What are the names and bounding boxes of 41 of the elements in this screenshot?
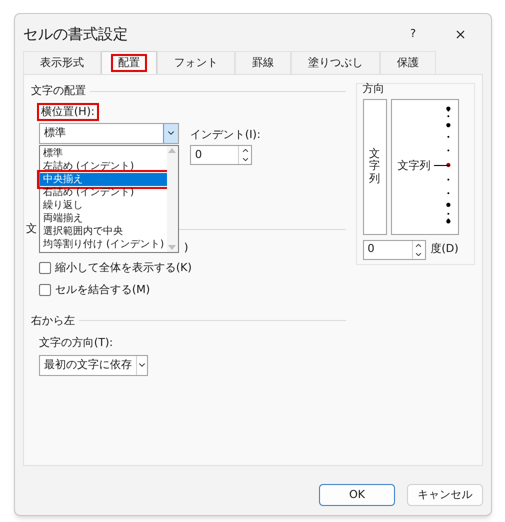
section-heading: 文 [26, 221, 37, 237]
list-option[interactable]: 標準 [40, 146, 167, 160]
dropdown[interactable]: 最初の文字に依存 [39, 354, 148, 376]
help-button[interactable]: ? [410, 26, 416, 42]
close-icon[interactable] [454, 28, 467, 40]
tab[interactable]: 保護 [380, 51, 436, 74]
degrees-spinner[interactable]: 0 [362, 240, 426, 260]
spin-down-icon[interactable] [240, 155, 250, 164]
tab[interactable]: 塗りつぶし [291, 51, 380, 74]
window-title: セルの書式設定 [23, 24, 129, 45]
section-heading: 右から左 [31, 312, 75, 328]
checkbox[interactable] [39, 284, 51, 296]
section-heading: 文字の配置 [31, 83, 86, 99]
checkbox[interactable] [39, 262, 51, 274]
checkbox-label: セルを結合する(M) [55, 282, 150, 298]
tab[interactable]: 表示形式 [23, 51, 101, 74]
field-label: 横位置(H): [37, 102, 99, 120]
list-option[interactable]: 均等割り付け (インデント) [40, 238, 167, 250]
field-label: 度(D) [430, 241, 459, 258]
dropdown[interactable]: 標準 [39, 122, 179, 144]
indent-spinner[interactable]: 0 [190, 145, 252, 165]
list-option[interactable]: 繰り返し [40, 198, 167, 212]
list-option[interactable]: 選択範囲内で中央 [40, 224, 167, 238]
list-option[interactable]: 右詰め (インデント) [40, 186, 167, 198]
tab[interactable]: フォント [157, 51, 235, 74]
field-label: 文字の方向(T): [39, 335, 114, 351]
scrollbar[interactable] [166, 146, 178, 252]
list-option[interactable]: 左詰め (インデント) [40, 160, 167, 172]
section-heading: 方向 [362, 81, 386, 97]
checkbox-label: 縮小して全体を表示する(K) [55, 260, 192, 276]
label-fragment: ) [184, 240, 188, 254]
field-label: インデント(I): [190, 126, 261, 142]
angle-dial[interactable]: 文字列 [390, 98, 459, 234]
tab[interactable]: 配置 [101, 51, 157, 74]
list-option[interactable]: 両端揃え [40, 212, 167, 224]
vertical-text-button[interactable]: 文字列 [362, 98, 387, 234]
sample-text: 文字列 [398, 160, 431, 170]
tab[interactable]: 罫線 [235, 51, 291, 74]
spin-up-icon[interactable] [240, 146, 250, 155]
dialog-button[interactable]: キャンセル [407, 484, 483, 506]
dialog-button[interactable]: OK [319, 484, 395, 506]
